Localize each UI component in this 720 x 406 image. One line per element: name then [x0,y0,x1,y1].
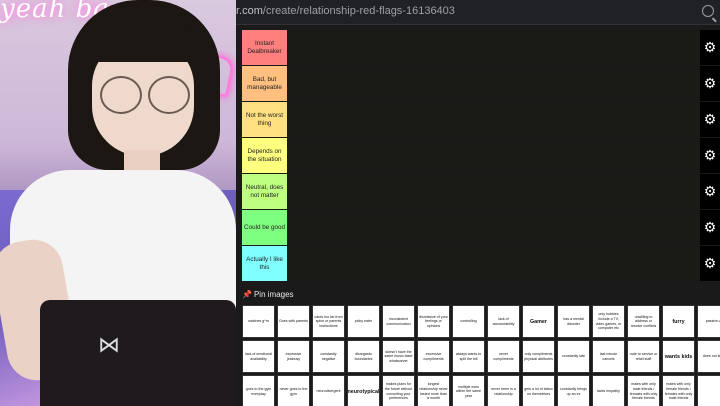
pin-tile[interactable]: watches g*rn [242,305,275,338]
tier-drop-zone[interactable] [287,174,700,209]
pin-tile[interactable]: doesn't have the same music taste whatso… [382,340,415,373]
pin-images-label: Pin images [253,290,294,299]
tier-row: Bad, but manageable ⚙ [242,66,720,101]
pin-tile[interactable]: does not kids [697,340,720,373]
pin-tile[interactable]: gets a lot of tattoo on themselves [522,375,555,406]
url-path: /create/relationship-red-flags-16136403 [262,5,455,17]
glasses-left-lens [100,76,142,114]
address-bar[interactable]: r.com/create/relationship-red-flags-1613… [236,0,720,25]
gear-icon[interactable]: ⚙ [700,138,720,173]
pin-tile[interactable]: males with only male friends / females w… [627,375,660,406]
tier-row: Neutral, does not matter ⚙ [242,174,720,209]
gear-icon[interactable]: ⚙ [700,210,720,245]
pin-tile[interactable]: Gamer [522,305,555,338]
tier-row: Actually I like this ⚙ [242,246,720,281]
gear-icon[interactable]: ⚙ [700,174,720,209]
pin-tile[interactable]: inconsistent communication [382,305,415,338]
pin-tile[interactable]: always wants to split the bill [452,340,485,373]
tier-label[interactable]: Depends on the situation [242,138,287,173]
pin-tile[interactable]: never goes to the gym [277,375,310,406]
tier-row: Could be good ⚙ [242,210,720,245]
gear-icon[interactable]: ⚙ [700,246,720,281]
pin-tile[interactable]: passive-a [697,305,720,338]
pin-tile[interactable]: lack of accountability [487,305,520,338]
tier-row: Depends on the situation ⚙ [242,138,720,173]
tier-label[interactable]: Neutral, does not matter [242,174,287,209]
tier-label[interactable]: Instant Dealbreaker [242,30,287,65]
pin-tile[interactable]: lack of emotional availability [242,340,275,373]
tier-drop-zone[interactable] [287,138,700,173]
pin-tile[interactable]: neurotypical [347,375,380,406]
streamer-skirt [40,300,236,406]
gear-icon[interactable]: ⚙ [700,102,720,137]
pin-tile[interactable]: dismissive of your feelings or opinions [417,305,450,338]
tier-drop-zone[interactable] [287,246,700,281]
pin-icon: 📌 [242,290,252,299]
pin-tile[interactable]: furry [662,305,695,338]
pin-tile[interactable]: only hobbies include a TV, video games, … [592,305,625,338]
gear-icon[interactable]: ⚙ [700,66,720,101]
skirt-bow-icon: ⋈ [98,332,120,357]
pin-grid: watches g*rn Goes with parents cares too f… [242,305,720,406]
pin-tile[interactable]: cares too far from spice or parents inst… [312,305,345,338]
pin-tile[interactable]: disregards boundaries [347,340,380,373]
tier-drop-zone[interactable] [287,102,700,137]
pin-tile[interactable]: picky eater [347,305,380,338]
pin-tile[interactable]: constantly negative [312,340,345,373]
tier-row: Not the worst thing ⚙ [242,102,720,137]
url-domain: r.com [236,5,263,17]
pin-tile[interactable]: rude to service or retail staff [627,340,660,373]
tier-drop-zone[interactable] [287,210,700,245]
pin-tile[interactable]: excessive jealousy [277,340,310,373]
webcam-feed: yeah ba ⋈ [0,0,236,406]
pin-tile[interactable]: neurodivergent [312,375,345,406]
gear-icon[interactable]: ⚙ [700,30,720,65]
pin-tile[interactable]: goes to the gym everyday [242,375,275,406]
url-text[interactable]: r.com/create/relationship-red-flags-1613… [236,5,455,17]
pin-tile[interactable]: never compliments [487,340,520,373]
zoom-icon[interactable] [702,5,714,17]
pin-images-title: 📌 Pin images [242,290,294,299]
pin-tile[interactable]: only compliments physical attributes [522,340,555,373]
pin-tile[interactable]: never been in a relationship [487,375,520,406]
glasses-right-lens [148,76,190,114]
browser-window: r.com/create/relationship-red-flags-1613… [236,0,720,406]
pin-tile[interactable]: unwilling to address or resolve conflict… [627,305,660,338]
pin-tile[interactable]: has a mental disorder [557,305,590,338]
pin-tile[interactable]: males with only female friends / females… [662,375,695,406]
pin-tile[interactable]: constantly late [557,340,590,373]
tier-row: Instant Dealbreaker ⚙ [242,30,720,65]
tier-label[interactable]: Not the worst thing [242,102,287,137]
pin-tile[interactable]: Goes with parents [277,305,310,338]
tier-label[interactable]: Could be good [242,210,287,245]
tier-list: Instant Dealbreaker ⚙ Bad, but manageable ⚙… [242,30,720,282]
pin-tile[interactable]: last minute cancels [592,340,625,373]
pin-tile[interactable] [697,375,720,406]
streamer-bangs [90,14,198,62]
pin-tile[interactable]: makes plans for the future without consu… [382,375,415,406]
pin-tile[interactable]: controlling [452,305,485,338]
tier-label[interactable]: Actually I like this [242,246,287,281]
pin-tile[interactable]: longest relationship never lasted more t… [417,375,450,406]
tier-label[interactable]: Bad, but manageable [242,66,287,101]
pin-tile[interactable]: lacks empathy [592,375,625,406]
pin-images-area: watches g*rn Goes with parents cares too f… [242,305,720,406]
pin-tile[interactable]: constantly brings up an ex [557,375,590,406]
pin-tile[interactable]: excessive compliments [417,340,450,373]
tier-drop-zone[interactable] [287,30,700,65]
pin-tile[interactable]: wants kids [662,340,695,373]
pin-tile[interactable]: multiple exes within the same year [452,375,485,406]
tier-drop-zone[interactable] [287,66,700,101]
